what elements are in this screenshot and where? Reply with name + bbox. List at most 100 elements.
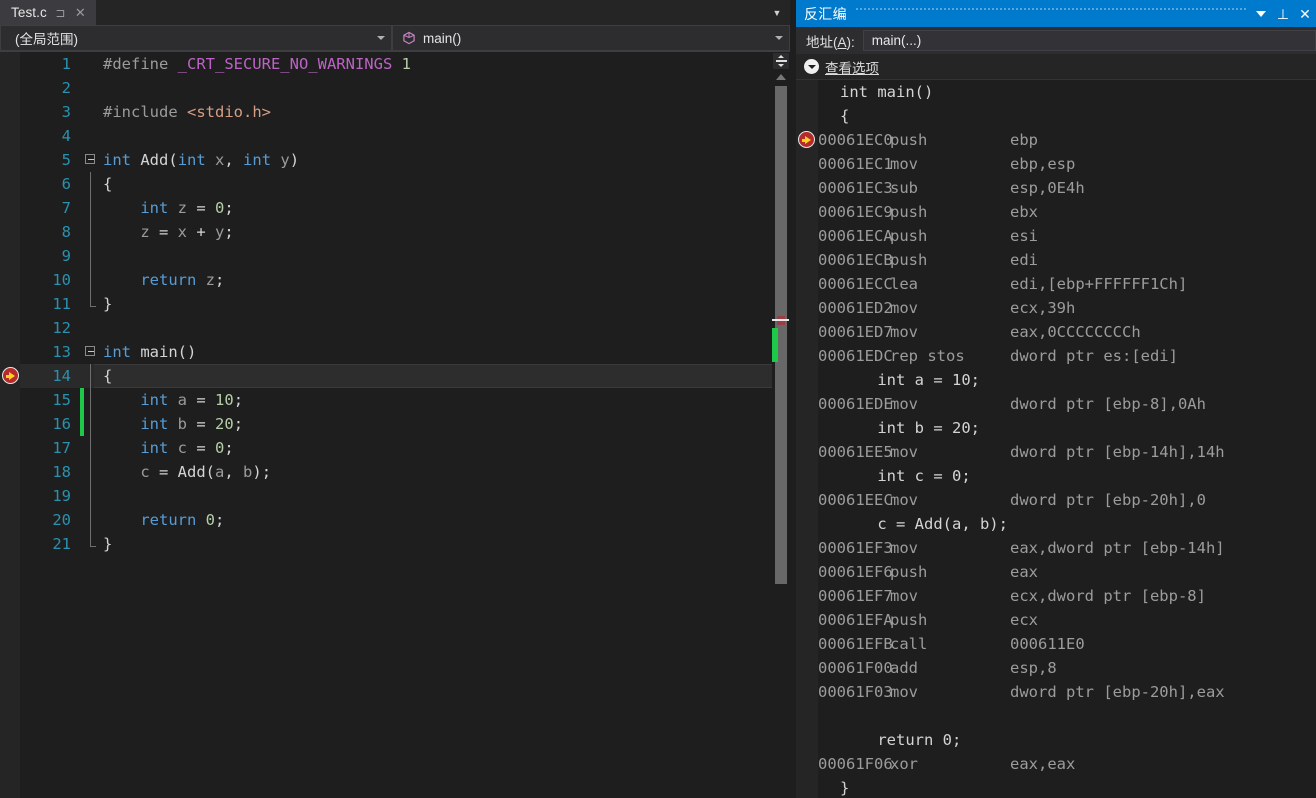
disassembly-source-row[interactable]: return 0;: [818, 728, 1316, 752]
code-line[interactable]: 16 int b = 20;: [20, 412, 790, 436]
disassembly-instruction-row[interactable]: 00061EC0push ebp: [818, 128, 1316, 152]
disassembly-source-row[interactable]: int a = 10;: [818, 368, 1316, 392]
collapse-icon[interactable]: [85, 154, 95, 164]
fold-margin[interactable]: [84, 388, 98, 412]
disassembly-instruction-row[interactable]: 00061F03mov dword ptr [ebp-20h],eax: [818, 680, 1316, 704]
disassembly-instruction-row[interactable]: 00061EF7mov ecx,dword ptr [ebp-8]: [818, 584, 1316, 608]
fold-margin[interactable]: [84, 196, 98, 220]
disassembly-blank-row[interactable]: [818, 704, 1316, 728]
disassembly-instruction-row[interactable]: 00061EF6push eax: [818, 560, 1316, 584]
fold-margin[interactable]: [84, 124, 98, 148]
disassembly-instruction-row[interactable]: 00061EFBcall 000611E0: [818, 632, 1316, 656]
fold-margin[interactable]: [84, 100, 98, 124]
disassembly-instruction-row[interactable]: 00061EC9push ebx: [818, 200, 1316, 224]
code-text-area[interactable]: 1 #define _CRT_SECURE_NO_WARNINGS 1 2 3 #inc…: [20, 52, 790, 798]
code-line[interactable]: 1 #define _CRT_SECURE_NO_WARNINGS 1: [20, 52, 790, 76]
view-options-row[interactable]: 查看选项: [796, 54, 1316, 80]
disassembly-instruction-row[interactable]: 00061EE5mov dword ptr [ebp-14h],14h: [818, 440, 1316, 464]
breakpoint-margin[interactable]: [0, 52, 20, 798]
disassembly-instruction-row[interactable]: 00061EC1mov ebp,esp: [818, 152, 1316, 176]
disassembly-instruction-row[interactable]: 00061EDCrep stos dword ptr es:[edi]: [818, 344, 1316, 368]
disassembly-instruction-row[interactable]: 00061F06xor eax,eax: [818, 752, 1316, 776]
code-line[interactable]: 7 int z = 0;: [20, 196, 790, 220]
code-line[interactable]: 13 int main(): [20, 340, 790, 364]
scrollbar-track[interactable]: [775, 86, 787, 798]
pin-button[interactable]: ⊥: [1272, 0, 1294, 27]
fold-margin[interactable]: [84, 316, 98, 340]
fold-guide: [90, 220, 91, 244]
fold-margin[interactable]: [84, 484, 98, 508]
code-line[interactable]: 4: [20, 124, 790, 148]
disassembly-source-row[interactable]: }: [818, 776, 1316, 798]
editor-vertical-scrollbar[interactable]: [772, 52, 790, 798]
execution-pointer-icon[interactable]: [798, 131, 815, 148]
close-button[interactable]: ✕: [1294, 0, 1316, 27]
disassembly-instruction-row[interactable]: 00061EDEmov dword ptr [ebp-8],0Ah: [818, 392, 1316, 416]
fold-margin[interactable]: [84, 460, 98, 484]
address-input[interactable]: main(...): [862, 30, 1316, 51]
disassembly-source-row[interactable]: {: [818, 104, 1316, 128]
disassembly-instruction-row[interactable]: 00061ECBpush edi: [818, 248, 1316, 272]
code-line[interactable]: 2: [20, 76, 790, 100]
code-line[interactable]: 12: [20, 316, 790, 340]
editor-split-handle[interactable]: [773, 53, 789, 69]
fold-margin[interactable]: [84, 412, 98, 436]
disassembly-instruction-row[interactable]: 00061EFApush ecx: [818, 608, 1316, 632]
fold-margin[interactable]: [84, 436, 98, 460]
disassembly-instruction-row[interactable]: 00061ED2mov ecx,39h: [818, 296, 1316, 320]
chevron-down-icon[interactable]: ▼: [768, 0, 786, 25]
code-line[interactable]: 8 z = x + y;: [20, 220, 790, 244]
disassembly-instruction-row[interactable]: 00061F00add esp,8: [818, 656, 1316, 680]
disassembly-instruction-row[interactable]: 00061EC3sub esp,0E4h: [818, 176, 1316, 200]
disassembly-instruction-row[interactable]: 00061ECClea edi,[ebp+FFFFFF1Ch]: [818, 272, 1316, 296]
code-line[interactable]: 9: [20, 244, 790, 268]
disassembly-source-row[interactable]: int b = 20;: [818, 416, 1316, 440]
code-line[interactable]: 5 int Add(int x, int y): [20, 148, 790, 172]
fold-margin[interactable]: [84, 292, 98, 316]
code-line[interactable]: 19: [20, 484, 790, 508]
fold-margin[interactable]: [84, 220, 98, 244]
fold-margin[interactable]: [84, 532, 98, 556]
fold-margin[interactable]: [84, 52, 98, 76]
fold-margin[interactable]: [84, 172, 98, 196]
disassembly-instruction-row[interactable]: 00061EF3mov eax,dword ptr [ebp-14h]: [818, 536, 1316, 560]
code-line[interactable]: 11}: [20, 292, 790, 316]
code-line[interactable]: 3 #include <stdio.h>: [20, 100, 790, 124]
execution-pointer-icon[interactable]: [2, 367, 19, 384]
fold-margin[interactable]: [84, 508, 98, 532]
code-line[interactable]: 15 int a = 10;: [20, 388, 790, 412]
editor-tab-test-c[interactable]: Test.c ⊐ ✕: [0, 0, 96, 25]
disassembly-listing[interactable]: int main(){00061EC0push ebp 00061EC1mov ebp…: [818, 80, 1316, 798]
fold-margin[interactable]: [84, 364, 98, 388]
code-line[interactable]: 10 return z;: [20, 268, 790, 292]
code-line[interactable]: 18 c = Add(a, b);: [20, 460, 790, 484]
code-line[interactable]: 17 int c = 0;: [20, 436, 790, 460]
fold-margin[interactable]: [84, 76, 98, 100]
disassembly-source-row[interactable]: int c = 0;: [818, 464, 1316, 488]
disassembly-instruction-row[interactable]: 00061ED7mov eax,0CCCCCCCCh: [818, 320, 1316, 344]
fold-margin[interactable]: [84, 244, 98, 268]
code-line[interactable]: 20 return 0;: [20, 508, 790, 532]
close-icon[interactable]: ✕: [74, 6, 87, 19]
fold-margin[interactable]: [84, 340, 98, 364]
code-line[interactable]: 6{: [20, 172, 790, 196]
code-line[interactable]: 21}: [20, 532, 790, 556]
member-dropdown[interactable]: main(): [392, 25, 790, 51]
disassembly-source-row[interactable]: int main(): [818, 80, 1316, 104]
disassembly-instruction-row[interactable]: 00061EECmov dword ptr [ebp-20h],0: [818, 488, 1316, 512]
code-line[interactable]: 14 {: [20, 364, 790, 388]
disassembly-source-row[interactable]: c = Add(a, b);: [818, 512, 1316, 536]
disassembly-gutter[interactable]: [796, 80, 818, 798]
fold-margin[interactable]: [84, 148, 98, 172]
pin-icon[interactable]: ⊐: [54, 7, 67, 19]
scroll-up-arrow[interactable]: [776, 74, 786, 80]
scope-dropdown[interactable]: (全局范围): [0, 25, 392, 51]
window-menu-button[interactable]: [1250, 0, 1272, 27]
title-drag-dots[interactable]: [854, 0, 1246, 27]
collapse-icon[interactable]: [85, 346, 95, 356]
disassembly-instruction-row[interactable]: 00061ECApush esi: [818, 224, 1316, 248]
instruction-address: 00061EF7: [818, 587, 893, 605]
fold-margin[interactable]: [84, 268, 98, 292]
